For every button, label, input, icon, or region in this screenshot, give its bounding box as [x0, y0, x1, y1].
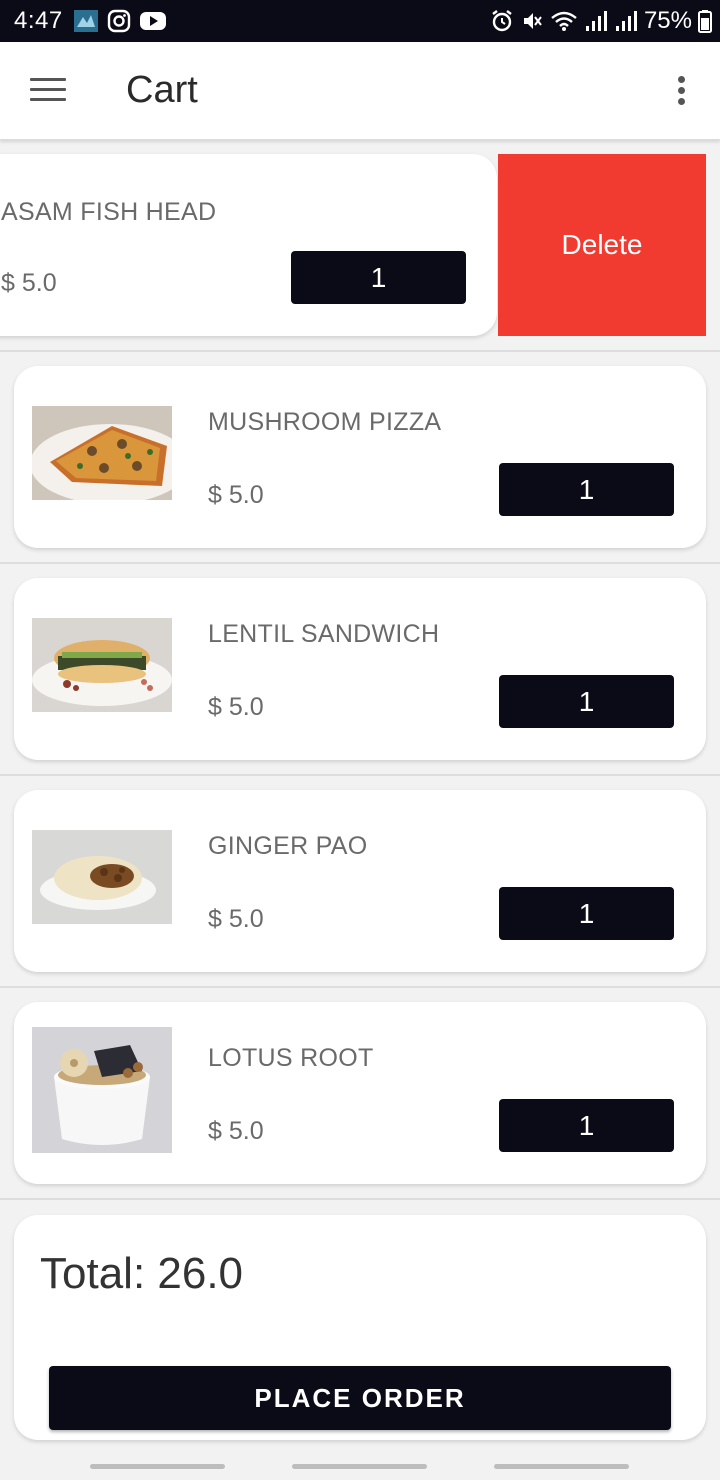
app-bar: Cart [0, 42, 720, 140]
gesture-handle[interactable] [494, 1464, 629, 1469]
cart-item[interactable]: LOTUS ROOT $ 5.0 1 [14, 1002, 706, 1184]
item-name: GINGER PAO [208, 832, 368, 860]
hamburger-menu-icon[interactable] [30, 78, 66, 104]
signal-icon-2 [615, 11, 637, 31]
item-name: ASAM FISH HEAD [1, 198, 217, 226]
divider [0, 562, 720, 564]
app-notification-icon [73, 10, 98, 32]
total-amount: Total: 26.0 [40, 1249, 244, 1298]
quantity-box[interactable]: 1 [499, 675, 674, 728]
cart-item[interactable]: MUSHROOM PIZZA $ 5.0 1 [14, 366, 706, 548]
cart-item[interactable]: LENTIL SANDWICH $ 5.0 1 [14, 578, 706, 760]
instagram-icon [107, 9, 130, 33]
battery-percentage: 75% [643, 7, 692, 34]
navigation-gesture-bar [0, 1452, 720, 1480]
place-order-button[interactable]: PLACE ORDER [49, 1366, 671, 1430]
divider [0, 350, 720, 352]
battery-icon [698, 10, 712, 33]
item-image [32, 618, 172, 712]
wifi-icon [551, 11, 577, 31]
item-name: LOTUS ROOT [208, 1044, 374, 1072]
item-price: $ 5.0 [208, 905, 264, 933]
quantity-box[interactable]: 1 [499, 463, 674, 516]
item-price: $ 5.0 [208, 481, 264, 509]
status-bar: 4:47 75% [0, 0, 720, 42]
item-price: $ 5.0 [208, 693, 264, 721]
mute-icon [523, 13, 542, 29]
alarm-icon [492, 10, 512, 32]
cart-item-swiped[interactable]: ASAM FISH HEAD $ 5.0 1 [0, 154, 497, 336]
item-image [32, 1027, 172, 1153]
cart-item[interactable]: GINGER PAO $ 5.0 1 [14, 790, 706, 972]
signal-icon [585, 11, 607, 31]
divider [0, 1198, 720, 1200]
notification-icons [73, 9, 167, 33]
order-summary: Total: 26.0 PLACE ORDER [14, 1215, 706, 1440]
item-name: MUSHROOM PIZZA [208, 408, 442, 436]
gesture-handle[interactable] [292, 1464, 427, 1469]
page-title: Cart [126, 69, 198, 111]
system-icons: 75% [490, 7, 712, 35]
divider [0, 986, 720, 988]
item-image [32, 406, 172, 500]
quantity-box[interactable]: 1 [291, 251, 466, 304]
youtube-icon [139, 12, 166, 30]
quantity-box[interactable]: 1 [499, 1099, 674, 1152]
overflow-menu-icon[interactable] [672, 76, 690, 112]
quantity-box[interactable]: 1 [499, 887, 674, 940]
item-price: $ 5.0 [208, 1117, 264, 1145]
delete-button[interactable]: Delete [498, 154, 706, 336]
item-name: LENTIL SANDWICH [208, 620, 440, 648]
divider [0, 774, 720, 776]
item-image [32, 830, 172, 924]
status-time: 4:47 [14, 7, 63, 34]
item-price: $ 5.0 [1, 269, 57, 297]
gesture-handle[interactable] [90, 1464, 225, 1469]
